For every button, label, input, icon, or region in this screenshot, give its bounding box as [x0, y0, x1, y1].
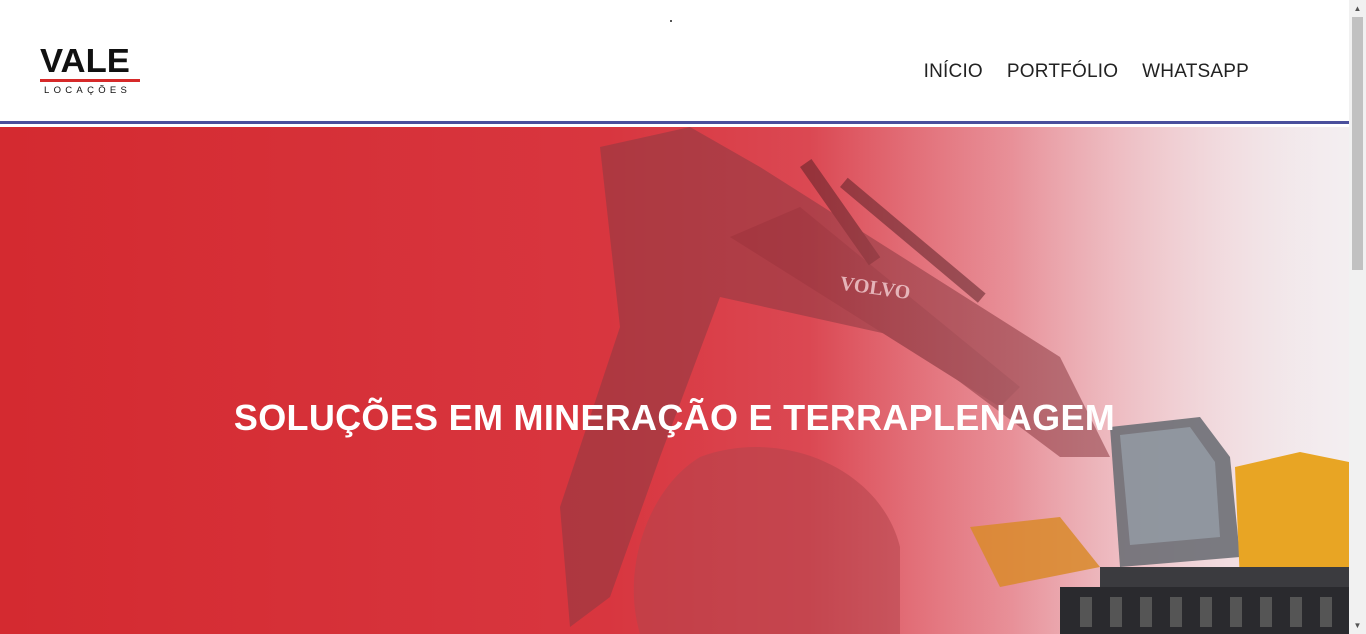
logo-wordmark: VALE: [40, 42, 130, 79]
scroll-down-arrow-icon[interactable]: ▼: [1349, 617, 1366, 634]
nav-link-whatsapp[interactable]: WHATSAPP: [1142, 61, 1249, 83]
page-scrollbar[interactable]: ▲ ▼: [1349, 0, 1366, 634]
decorative-dot: [670, 20, 672, 22]
nav-link-inicio[interactable]: INÍCIO: [924, 61, 983, 83]
nav-link-portfolio[interactable]: PORTFÓLIO: [1007, 61, 1118, 83]
logo[interactable]: VALE LOCAÇÕES: [40, 44, 142, 100]
logo-rule: [40, 79, 140, 82]
hero-title: SOLUÇÕES EM MINERAÇÃO E TERRAPLENAGEM: [233, 397, 1116, 438]
hero-banner: VOLVO SOLUÇÕES EM MINERAÇÃO E TERRAPLENA…: [0, 127, 1349, 634]
main-nav: INÍCIO PORTFÓLIO WHATSAPP: [900, 61, 1249, 83]
scroll-up-arrow-icon[interactable]: ▲: [1349, 0, 1366, 17]
site-header: VALE LOCAÇÕES INÍCIO PORTFÓLIO WHATSAPP: [0, 0, 1349, 124]
logo-subtitle: LOCAÇÕES: [44, 85, 132, 96]
scrollbar-thumb[interactable]: [1352, 17, 1363, 270]
hero-background: VOLVO: [0, 127, 1349, 634]
